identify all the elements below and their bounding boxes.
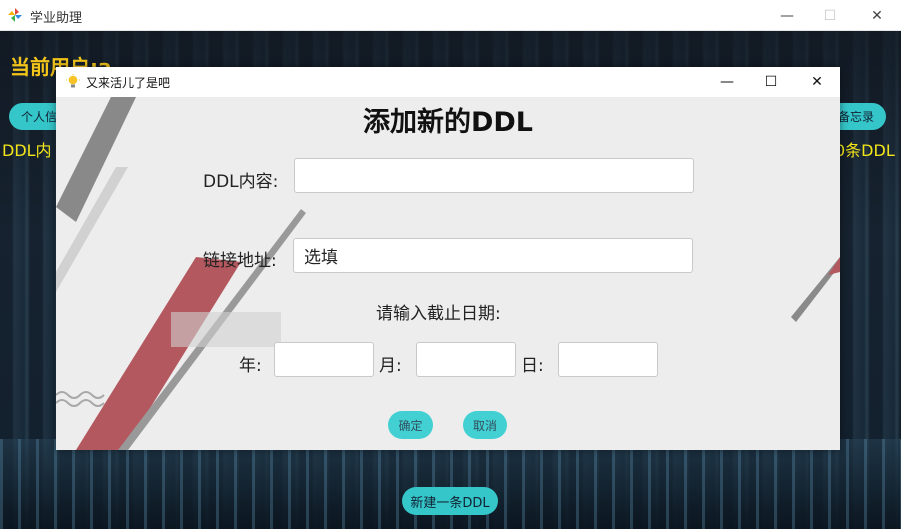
- ddl-count-label: 0条DDL: [835, 141, 895, 160]
- close-button[interactable]: ✕: [854, 0, 900, 31]
- link-label: 链接地址:: [203, 251, 277, 271]
- minimize-icon: —: [720, 74, 734, 90]
- dialog-body: 添加新的DDL DDL内容: 链接地址: 请输入截止日期: 年: 月: 日: 确…: [56, 97, 840, 450]
- deadline-prompt: 请输入截止日期:: [376, 304, 501, 324]
- main-window-title: 学业助理: [30, 11, 83, 26]
- dialog-maximize-button[interactable]: ☐: [748, 67, 794, 97]
- day-input[interactable]: [558, 342, 658, 377]
- maximize-icon: ☐: [823, 7, 837, 24]
- maximize-icon: ☐: [764, 74, 778, 90]
- ddl-content-input[interactable]: [294, 158, 694, 193]
- dialog-title: 又来活儿了是吧: [86, 76, 171, 90]
- ddl-list-title: DDL内: [2, 141, 52, 160]
- month-label: 月:: [379, 356, 402, 376]
- app-logo-icon: [8, 8, 22, 22]
- dialog-titlebar: 又来活儿了是吧 — ☐ ✕: [56, 67, 840, 97]
- close-icon: ✕: [811, 74, 823, 90]
- month-input[interactable]: [416, 342, 516, 377]
- year-label: 年:: [239, 356, 262, 376]
- ddl-content-label: DDL内容:: [203, 172, 279, 192]
- year-input[interactable]: [274, 342, 374, 377]
- cancel-button[interactable]: 取消: [463, 411, 507, 439]
- lightbulb-icon: [66, 74, 80, 88]
- dialog-close-button[interactable]: ✕: [794, 67, 840, 97]
- add-ddl-dialog: 又来活儿了是吧 — ☐ ✕ 添加新的DDL DDL内容: 链接地址: 请输: [56, 67, 840, 450]
- new-ddl-button[interactable]: 新建一条DDL: [402, 487, 498, 515]
- minimize-button[interactable]: —: [764, 0, 810, 31]
- minimize-icon: —: [780, 7, 794, 24]
- confirm-button[interactable]: 确定: [388, 411, 433, 439]
- background-decoration: [56, 97, 840, 450]
- dialog-heading: 添加新的DDL: [362, 107, 534, 138]
- day-label: 日:: [521, 356, 544, 376]
- dialog-minimize-button[interactable]: —: [704, 67, 750, 97]
- main-titlebar: 学业助理 — ☐ ✕: [0, 0, 901, 31]
- maximize-button: ☐: [807, 0, 853, 31]
- link-input[interactable]: [293, 238, 693, 273]
- close-icon: ✕: [871, 7, 883, 24]
